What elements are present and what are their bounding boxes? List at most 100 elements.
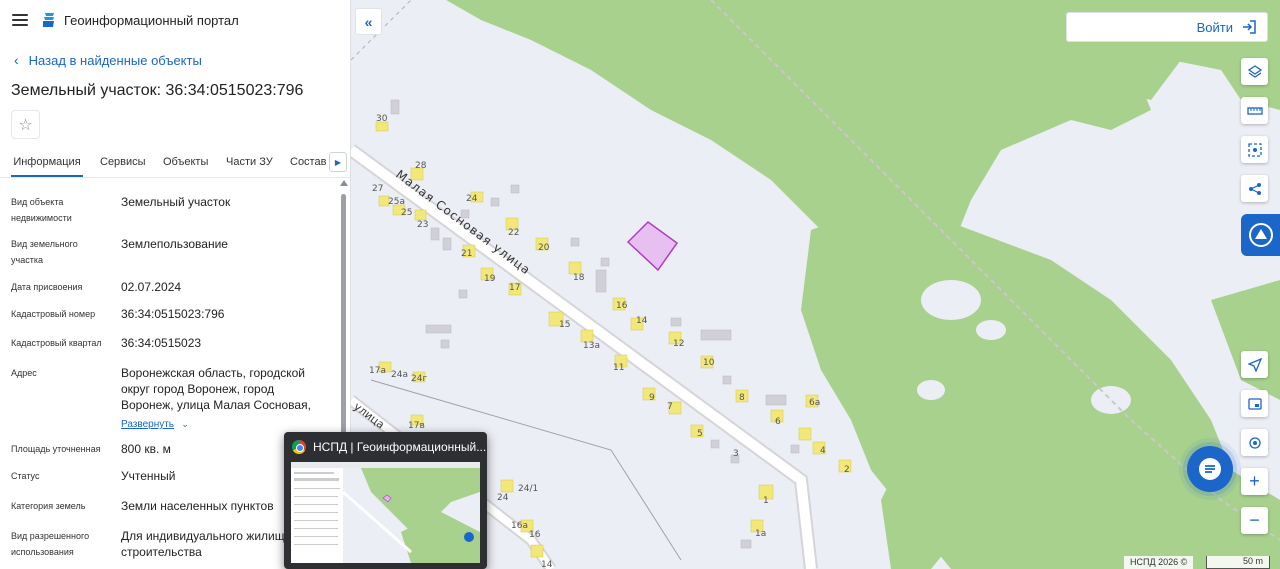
tab-services[interactable]: Сервисы: [100, 148, 146, 177]
select-area-icon: [1247, 142, 1262, 157]
svg-text:7: 7: [667, 402, 673, 412]
property-label: Кадастровый квартал: [11, 338, 102, 348]
login-label: Войти: [1196, 19, 1233, 35]
svg-text:13а: 13а: [583, 341, 600, 351]
portal-logo-icon: [43, 13, 54, 27]
svg-text:24: 24: [466, 194, 478, 204]
select-area-button[interactable]: [1241, 136, 1268, 163]
svg-text:6: 6: [775, 417, 781, 427]
double-chevron-left-icon: «: [364, 13, 373, 30]
star-icon: ☆: [18, 116, 33, 134]
svg-text:27: 27: [372, 184, 383, 194]
svg-text:16: 16: [616, 301, 628, 311]
chevron-right-icon: ▶: [334, 157, 342, 167]
zoom-out-button[interactable]: −: [1241, 507, 1268, 534]
svg-text:17а: 17а: [369, 366, 386, 376]
login-icon: [1243, 20, 1256, 34]
property-value: Землепользование: [121, 237, 228, 251]
zoom-in-icon: +: [1249, 471, 1260, 491]
map-layer: 302827 25а2523 242220 211917 181614 1513…: [351, 0, 1280, 569]
svg-text:18: 18: [573, 273, 585, 283]
svg-text:19: 19: [484, 274, 496, 284]
property-value: 02.07.2024: [121, 280, 182, 294]
svg-text:3: 3: [733, 449, 739, 459]
property-value: 36:34:0515023:796: [121, 307, 225, 321]
forest-area: [1211, 280, 1280, 400]
tab-composition[interactable]: Состав: [290, 148, 326, 177]
property-label: Категория земель: [11, 501, 86, 511]
tabs-next-button[interactable]: ▶: [329, 152, 347, 172]
clearing: [921, 280, 981, 320]
tab-information[interactable]: Информация: [11, 148, 83, 177]
tab-objects[interactable]: Объекты: [163, 148, 208, 177]
street-label-side: улица: [351, 400, 387, 431]
svg-text:20: 20: [538, 243, 550, 253]
share-button[interactable]: [1241, 175, 1268, 202]
ruler-button[interactable]: [1241, 97, 1268, 124]
scroll-up-arrow-icon[interactable]: [340, 180, 348, 186]
menu-icon[interactable]: [12, 14, 28, 26]
clearing: [1091, 386, 1131, 414]
collapse-panel-button[interactable]: «: [355, 8, 382, 35]
svg-text:25а: 25а: [388, 197, 405, 207]
svg-text:10: 10: [703, 358, 715, 368]
svg-text:21: 21: [461, 249, 472, 259]
chat-button[interactable]: [1187, 446, 1233, 492]
locate-button[interactable]: [1241, 429, 1268, 456]
svg-text:17в: 17в: [408, 421, 425, 431]
scroll-thumb[interactable]: [341, 194, 346, 456]
favorite-button[interactable]: ☆: [11, 110, 40, 139]
property-label: Вид объекта недвижимости: [11, 197, 72, 223]
layers-button[interactable]: [1241, 58, 1268, 85]
svg-text:15: 15: [559, 320, 570, 330]
object-tabs: Информация Сервисы Объекты Части ЗУ Сост…: [0, 148, 350, 178]
chevron-down-icon: ⌄: [181, 419, 189, 429]
property-value: Воронежская область, городской округ гор…: [121, 366, 311, 412]
chevron-left-icon: ‹: [14, 52, 19, 68]
svg-text:11: 11: [613, 363, 624, 373]
expand-row: Развернуть ⌄: [121, 415, 321, 433]
svg-text:8: 8: [739, 393, 745, 403]
svg-text:14: 14: [636, 316, 648, 326]
clearing: [917, 380, 945, 400]
forest-area: [801, 200, 1280, 569]
selected-parcel: [626, 221, 679, 272]
taskbar-window-preview[interactable]: НСПД | Геоинформационный...: [284, 432, 487, 569]
preview-thumbnail-image: [291, 462, 480, 563]
svg-text:4: 4: [820, 446, 826, 456]
back-to-results-link[interactable]: ‹ Назад в найденные объекты: [0, 42, 350, 78]
clearing: [1136, 122, 1206, 158]
svg-text:14: 14: [541, 560, 553, 569]
property-value: Земельный участок: [121, 195, 231, 209]
zoom-in-button[interactable]: +: [1241, 468, 1268, 495]
app-title: Геоинформационный портал: [64, 12, 239, 28]
svg-text:25: 25: [401, 208, 412, 218]
preview-header: НСПД | Геоинформационный...: [284, 432, 487, 462]
navigate-button[interactable]: [1241, 351, 1268, 378]
cadastre-panel-button[interactable]: [1241, 214, 1280, 256]
clearing: [976, 320, 1006, 340]
svg-text:6а: 6а: [809, 398, 820, 408]
login-button[interactable]: Войти: [1066, 12, 1268, 42]
map-canvas[interactable]: 30 28 27 25а 25 23 24 22 20 21 19 17 18 16 14 15 13…: [351, 0, 1280, 569]
ruler-icon: [1246, 106, 1263, 115]
svg-text:1: 1: [763, 496, 769, 506]
svg-text:2: 2: [844, 465, 850, 475]
share-icon: [1248, 182, 1261, 195]
expand-address-link[interactable]: Развернуть: [121, 419, 174, 430]
chat-icon: [1199, 458, 1221, 480]
locate-icon: [1248, 436, 1261, 449]
tab-parts[interactable]: Части ЗУ: [226, 148, 273, 177]
svg-text:24г: 24г: [411, 374, 427, 384]
cadastre-icon: [1248, 223, 1273, 247]
app-header: Геоинформационный портал: [0, 0, 350, 40]
svg-text:9: 9: [649, 393, 655, 403]
map-view-button[interactable]: [1241, 390, 1268, 417]
svg-text:24а: 24а: [391, 370, 408, 380]
svg-text:24: 24: [497, 493, 509, 503]
property-label: Кадастровый номер: [11, 309, 96, 319]
property-value: 36:34:0515023: [121, 336, 202, 350]
map-copyright: НСПД 2026 ©: [1124, 556, 1194, 569]
svg-text:1а: 1а: [755, 529, 766, 539]
property-label: Площадь уточненная: [11, 444, 101, 454]
